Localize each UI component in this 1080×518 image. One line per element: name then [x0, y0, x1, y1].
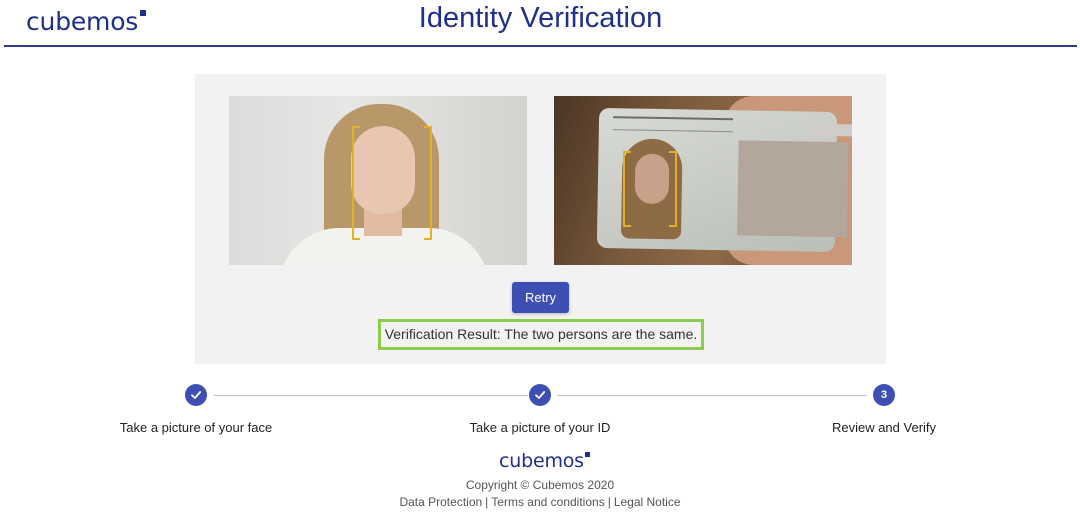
footer-logo-text: cubemos: [499, 450, 584, 472]
face-photo: [229, 96, 527, 265]
face-detection-box: [352, 126, 432, 240]
page-title: Identity Verification: [418, 2, 663, 34]
step-2-label: Take a picture of your ID: [469, 420, 611, 435]
step-connector: [214, 395, 528, 396]
link-separator: |: [607, 495, 611, 509]
terms-link[interactable]: Terms and conditions: [491, 495, 604, 509]
id-face-detection-box: [623, 151, 677, 227]
step-connector: [557, 395, 867, 396]
verification-result: Verification Result: The two persons are…: [378, 319, 704, 350]
header: cubemos Identity Verification: [4, 0, 1077, 47]
step-2-check-icon: [529, 384, 551, 406]
id-card-photo: [554, 96, 852, 265]
step-1-label: Take a picture of your face: [119, 420, 273, 435]
redacted-area: [737, 140, 849, 238]
footer-logo[interactable]: cubemos: [499, 450, 590, 472]
legal-notice-link[interactable]: Legal Notice: [614, 495, 681, 509]
logo-square-icon: [584, 452, 590, 457]
retry-button[interactable]: Retry: [512, 282, 569, 313]
step-1-check-icon: [185, 384, 207, 406]
link-separator: |: [485, 495, 489, 509]
footer-links: Data Protection | Terms and conditions | Leg…: [0, 495, 1080, 509]
data-protection-link[interactable]: Data Protection: [399, 495, 482, 509]
copyright: Copyright © Cubemos 2020: [465, 478, 615, 492]
step-3-number: 3: [873, 384, 895, 406]
verification-panel: Retry Verification Result: The two perso…: [195, 74, 886, 364]
progress-stepper: 3 Take a picture of your face Take a pic…: [0, 380, 1080, 440]
step-3-label: Review and Verify: [831, 420, 937, 435]
